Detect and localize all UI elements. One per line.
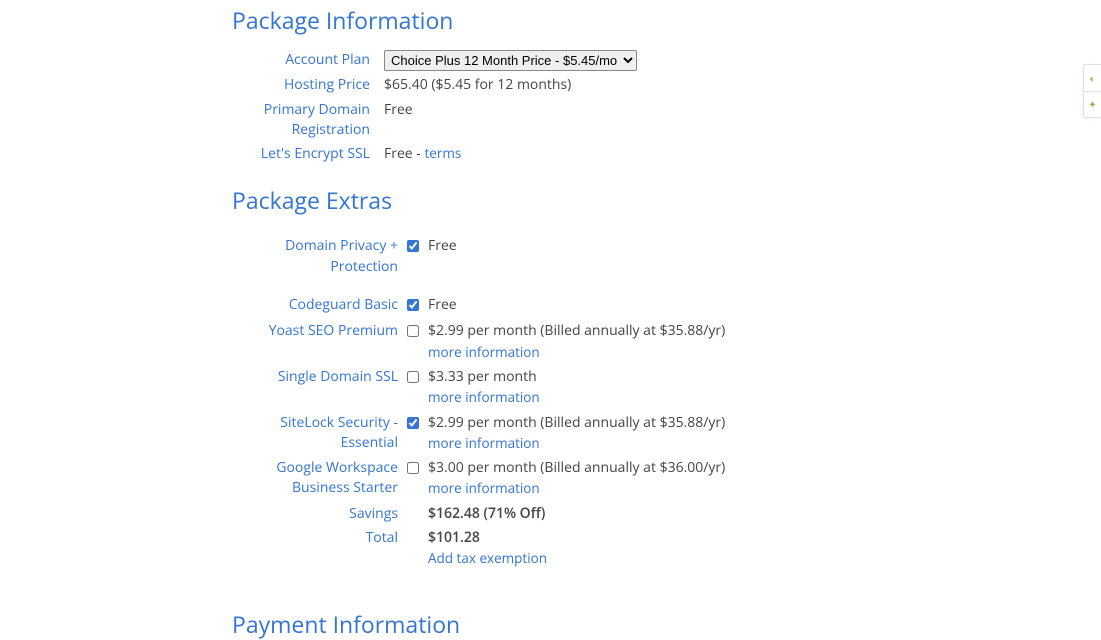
total-value: $101.28 <box>428 528 547 548</box>
single-ssl-label: Single Domain SSL <box>232 367 398 387</box>
google-workspace-label: Google Workspace Business Starter <box>232 458 398 499</box>
sitelock-more-info-link[interactable]: more information <box>428 434 540 452</box>
codeguard-label: Codeguard Basic <box>232 295 398 315</box>
codeguard-checkbox[interactable] <box>407 299 419 311</box>
yoast-label: Yoast SEO Premium <box>232 321 398 341</box>
google-workspace-more-info-link[interactable]: more information <box>428 479 540 497</box>
google-workspace-checkbox[interactable] <box>407 462 419 474</box>
yoast-checkbox[interactable] <box>407 325 419 337</box>
domain-privacy-label: Domain Privacy + Protection <box>232 236 398 277</box>
domain-privacy-checkbox[interactable] <box>407 240 419 252</box>
ssl-free-text: Free - <box>384 144 424 163</box>
package-information-heading: Package Information <box>232 4 1101 36</box>
package-extras-heading: Package Extras <box>232 184 1101 216</box>
lets-encrypt-ssl-label: Let's Encrypt SSL <box>232 144 384 164</box>
sitelock-label: SiteLock Security - Essential <box>232 413 398 454</box>
side-widget-icon-top[interactable]: ◐ <box>1084 65 1101 91</box>
sitelock-checkbox[interactable] <box>407 417 419 429</box>
account-plan-label: Account Plan <box>232 50 384 70</box>
primary-domain-value: Free <box>384 100 413 120</box>
single-ssl-price: $3.33 per month <box>428 367 540 387</box>
single-ssl-more-info-link[interactable]: more information <box>428 388 540 406</box>
codeguard-price: Free <box>428 295 457 315</box>
primary-domain-label: Primary Domain Registration <box>232 100 384 141</box>
yoast-more-info-link[interactable]: more information <box>428 343 540 361</box>
hosting-price-value: $65.40 ($5.45 for 12 months) <box>384 75 571 95</box>
payment-information-heading: Payment Information <box>232 608 1101 640</box>
savings-label: Savings <box>232 504 398 524</box>
ssl-terms-link[interactable]: terms <box>424 144 461 162</box>
account-plan-select[interactable]: Choice Plus 12 Month Price - $5.45/mo <box>384 50 637 71</box>
single-ssl-checkbox[interactable] <box>407 371 419 383</box>
total-label: Total <box>232 528 398 548</box>
hosting-price-label: Hosting Price <box>232 75 384 95</box>
domain-privacy-price: Free <box>428 236 457 256</box>
add-tax-exemption-link[interactable]: Add tax exemption <box>428 549 547 567</box>
google-workspace-price: $3.00 per month (Billed annually at $36.… <box>428 458 725 478</box>
lets-encrypt-ssl-value: Free - terms <box>384 144 461 164</box>
sitelock-price: $2.99 per month (Billed annually at $35.… <box>428 413 725 433</box>
savings-value: $162.48 (71% Off) <box>428 504 545 524</box>
side-widget[interactable]: ◐ ✦ <box>1083 64 1101 118</box>
side-widget-icon-bottom[interactable]: ✦ <box>1084 91 1101 118</box>
yoast-price: $2.99 per month (Billed annually at $35.… <box>428 321 725 341</box>
